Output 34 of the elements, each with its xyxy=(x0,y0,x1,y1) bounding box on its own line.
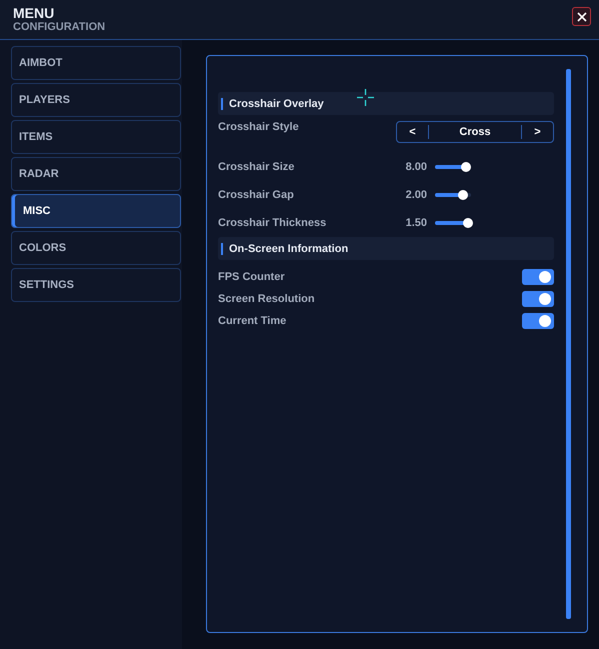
slider-value: 1.50 xyxy=(406,217,427,229)
sidebar-item[interactable]: ITEMS xyxy=(11,120,181,154)
setting-label: Screen Resolution xyxy=(218,293,316,305)
sidebar-item[interactable]: SETTINGS xyxy=(11,268,181,302)
toggle-switch[interactable] xyxy=(522,269,554,285)
setting-label: Crosshair Gap xyxy=(218,189,295,201)
slider[interactable] xyxy=(435,193,471,197)
selector-value: Cross xyxy=(458,126,492,138)
setting-label: Crosshair Style xyxy=(218,121,300,133)
setting-label: FPS Counter xyxy=(218,271,286,283)
sidebar-item[interactable]: RADAR xyxy=(11,157,181,191)
setting-label: Crosshair Size xyxy=(218,161,296,173)
crosshair-icon xyxy=(357,89,374,106)
toggle-switch[interactable] xyxy=(522,291,554,307)
section-title: Crosshair Overlay xyxy=(229,98,324,110)
section-title: On-Screen Information xyxy=(229,242,348,254)
slider-value: 8.00 xyxy=(406,161,427,173)
previous-button[interactable]: < xyxy=(397,125,429,139)
setting-label: Crosshair Thickness xyxy=(218,217,328,229)
sidebar-item[interactable]: AIMBOT xyxy=(11,46,181,80)
close-icon xyxy=(576,12,586,22)
sidebar-item[interactable]: COLORS xyxy=(11,231,181,265)
slider-value: 2.00 xyxy=(406,189,427,201)
window-title: MENU xyxy=(13,5,56,22)
slider[interactable] xyxy=(435,221,471,225)
slider[interactable] xyxy=(435,165,471,169)
next-button[interactable]: > xyxy=(521,125,553,139)
sidebar-item[interactable]: MISC xyxy=(11,194,181,228)
sidebar-item[interactable]: PLAYERS xyxy=(11,83,181,117)
close-button[interactable] xyxy=(572,7,591,26)
setting-label: Current Time xyxy=(218,315,288,327)
scrollbar[interactable] xyxy=(566,69,571,619)
toggle-switch[interactable] xyxy=(522,313,554,329)
window-subtitle: CONFIGURATION xyxy=(13,21,106,34)
